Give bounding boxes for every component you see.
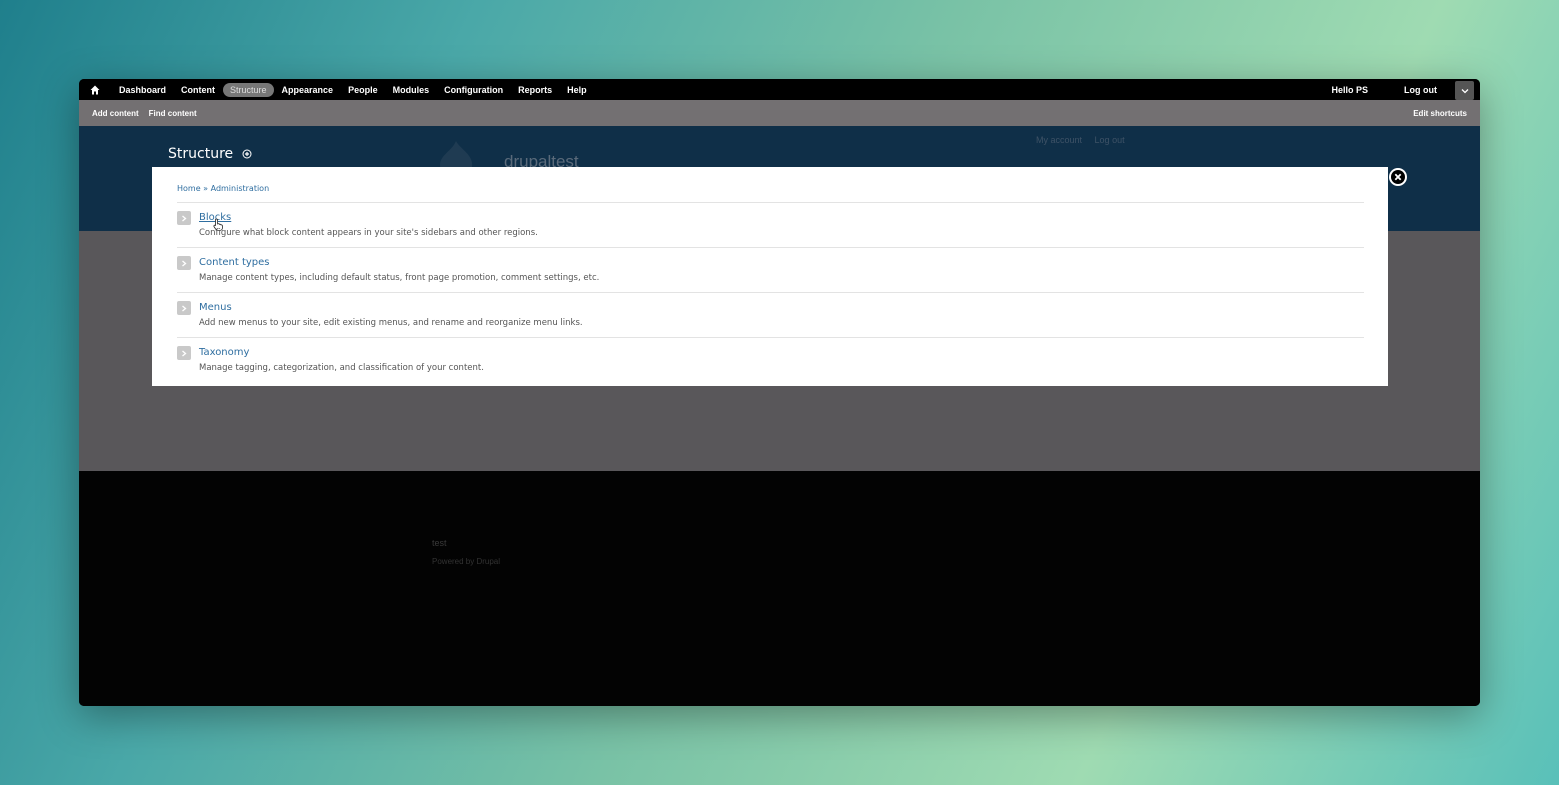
blocks-description: Configure what block content appears in … — [199, 228, 538, 238]
arrow-right-icon — [177, 301, 191, 315]
toolbar-structure[interactable]: Structure — [223, 82, 274, 97]
toolbar-user-area: Hello PS Log out — [1331, 79, 1480, 100]
admin-list: Blocks Configure what block content appe… — [177, 202, 1364, 383]
menus-link[interactable]: Menus — [199, 302, 232, 313]
add-shortcut-icon[interactable] — [242, 149, 252, 159]
shortcuts-bar: Add content Find content Edit shortcuts — [79, 100, 1480, 126]
breadcrumb[interactable]: Home » Administration — [177, 184, 269, 193]
admin-toolbar: Dashboard Content Structure Appearance P… — [79, 79, 1480, 100]
site-footer: test Powered by Drupal — [79, 471, 1480, 706]
arrow-right-icon — [177, 256, 191, 270]
content-types-description: Manage content types, including default … — [199, 273, 600, 283]
home-icon[interactable] — [90, 85, 104, 95]
close-overlay-button[interactable] — [1389, 168, 1407, 186]
header-logout-link[interactable]: Log out — [1095, 135, 1125, 145]
taxonomy-description: Manage tagging, categorization, and clas… — [199, 363, 484, 373]
arrow-right-icon — [177, 211, 191, 225]
taxonomy-link[interactable]: Taxonomy — [199, 347, 249, 358]
page-title-area: Structure — [168, 146, 252, 162]
find-content-shortcut[interactable]: Find content — [149, 109, 197, 118]
chevron-down-icon — [1461, 88, 1468, 93]
menus-description: Add new menus to your site, edit existin… — [199, 318, 583, 328]
hello-user-link[interactable]: Hello PS — [1331, 85, 1368, 95]
toolbar-dashboard[interactable]: Dashboard — [112, 83, 173, 97]
content-types-link[interactable]: Content types — [199, 257, 270, 268]
admin-item-menus: Menus Add new menus to your site, edit e… — [177, 293, 1364, 338]
add-content-shortcut[interactable]: Add content — [92, 109, 139, 118]
browser-window: Dashboard Content Structure Appearance P… — [79, 79, 1480, 706]
close-icon — [1391, 170, 1405, 184]
toolbar-modules[interactable]: Modules — [386, 83, 437, 97]
powered-by-text[interactable]: Powered by Drupal — [432, 557, 500, 566]
page-title: Structure — [168, 146, 234, 162]
toolbar-reports[interactable]: Reports — [511, 83, 559, 97]
admin-item-content-types: Content types Manage content types, incl… — [177, 248, 1364, 293]
toolbar-appearance[interactable]: Appearance — [275, 83, 341, 97]
toolbar-logout-link[interactable]: Log out — [1404, 85, 1437, 95]
toolbar-drawer-toggle[interactable] — [1455, 81, 1474, 100]
edit-shortcuts-link[interactable]: Edit shortcuts — [1413, 109, 1467, 118]
toolbar-people[interactable]: People — [341, 83, 385, 97]
user-menu: My account Log out — [1036, 135, 1135, 145]
overlay-panel: Home » Administration Blocks Configure w… — [152, 167, 1388, 386]
arrow-right-icon — [177, 346, 191, 360]
toolbar-content[interactable]: Content — [174, 83, 222, 97]
footer-site-text: test — [432, 538, 447, 548]
my-account-link[interactable]: My account — [1036, 135, 1082, 145]
toolbar-configuration[interactable]: Configuration — [437, 83, 510, 97]
toolbar-help[interactable]: Help — [560, 83, 594, 97]
admin-item-blocks: Blocks Configure what block content appe… — [177, 203, 1364, 248]
admin-item-taxonomy: Taxonomy Manage tagging, categorization,… — [177, 338, 1364, 383]
